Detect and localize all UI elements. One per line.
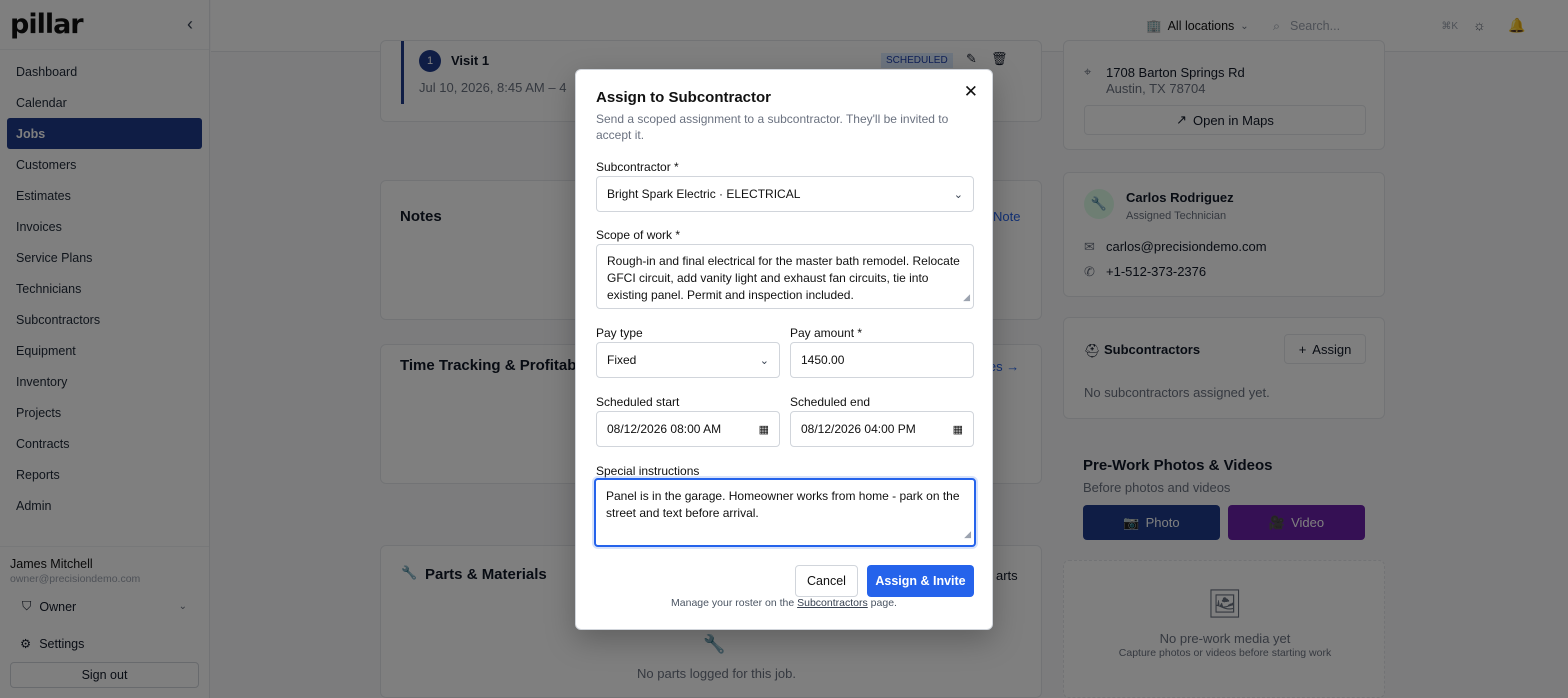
pay-type-select[interactable]: Fixed ⌄: [596, 342, 780, 378]
resize-handle-icon[interactable]: ◢: [964, 526, 971, 543]
scope-value: Rough-in and final electrical for the ma…: [607, 254, 960, 302]
assign-subcontractor-dialog: Assign to Subcontractor ✕ Send a scoped …: [575, 69, 993, 630]
pay-amount-value: 1450.00: [801, 353, 845, 367]
footnote-suffix: page.: [870, 597, 897, 609]
instructions-value: Panel is in the garage. Homeowner works …: [606, 489, 960, 520]
instructions-label: Special instructions: [596, 464, 700, 478]
subcontractor-select[interactable]: Bright Spark Electric · ELECTRICAL ⌄: [596, 176, 974, 212]
chevron-down-icon: ⌄: [759, 354, 769, 367]
scheduled-start-input[interactable]: 08/12/2026 08:00 AM ▦: [596, 411, 780, 447]
dialog-title: Assign to Subcontractor: [596, 89, 772, 106]
scheduled-start-label: Scheduled start: [596, 395, 680, 409]
calendar-icon[interactable]: ▦: [759, 423, 769, 436]
resize-handle-icon[interactable]: ◢: [963, 289, 970, 306]
roster-footnote: Manage your roster on the Subcontractors…: [576, 597, 992, 609]
scope-label: Scope of work *: [596, 228, 681, 242]
instructions-textarea[interactable]: Panel is in the garage. Homeowner works …: [594, 478, 976, 547]
subcontractors-page-link[interactable]: Subcontractors: [797, 597, 868, 609]
close-icon[interactable]: ✕: [964, 82, 978, 102]
subcontractor-label: Subcontractor *: [596, 160, 679, 174]
pay-amount-input[interactable]: 1450.00: [790, 342, 974, 378]
chevron-down-icon: ⌄: [953, 188, 963, 201]
subcontractor-value: Bright Spark Electric · ELECTRICAL: [607, 187, 801, 201]
scheduled-end-label: Scheduled end: [790, 395, 871, 409]
cancel-button[interactable]: Cancel: [795, 565, 858, 597]
footnote-prefix: Manage your roster on the: [671, 597, 795, 609]
scheduled-end-input[interactable]: 08/12/2026 04:00 PM ▦: [790, 411, 974, 447]
pay-type-value: Fixed: [607, 353, 637, 367]
scope-textarea[interactable]: Rough-in and final electrical for the ma…: [596, 244, 974, 309]
dialog-description: Send a scoped assignment to a subcontrac…: [596, 112, 949, 142]
pay-type-label: Pay type: [596, 326, 643, 340]
scheduled-end-value: 08/12/2026 04:00 PM: [801, 422, 916, 436]
calendar-icon[interactable]: ▦: [953, 423, 963, 436]
assign-invite-button[interactable]: Assign & Invite: [867, 565, 974, 597]
scheduled-start-value: 08/12/2026 08:00 AM: [607, 422, 722, 436]
pay-amount-label: Pay amount *: [790, 326, 863, 340]
